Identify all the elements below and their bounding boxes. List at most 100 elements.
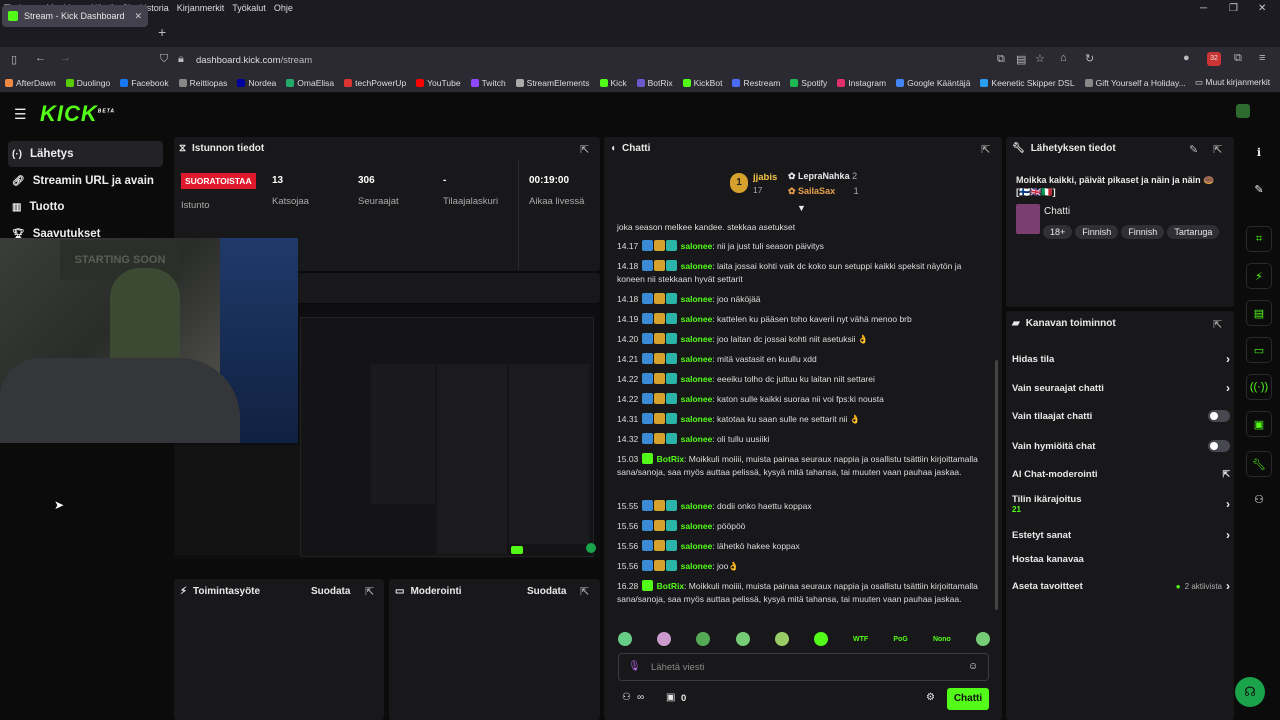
- tools-icon[interactable]: 🔧︎: [1246, 451, 1272, 477]
- new-tab-icon[interactable]: +: [158, 24, 166, 40]
- people-icon[interactable]: ⚇: [622, 692, 631, 703]
- chat-username[interactable]: salonee: [681, 414, 713, 424]
- bookmark-item[interactable]: Kick: [595, 78, 632, 88]
- top-gifter-3[interactable]: ✿ SailaSax 1: [788, 186, 859, 197]
- chat-username[interactable]: salonee: [681, 261, 713, 271]
- nav-item-revenue[interactable]: ▥ Tuotto: [8, 194, 163, 220]
- address-bar[interactable]: dashboard.kick.com/stream: [152, 50, 1082, 70]
- forward-icon[interactable]: →: [60, 52, 71, 64]
- extension-badge[interactable]: 32: [1207, 52, 1221, 66]
- document-icon[interactable]: ▤: [1246, 300, 1272, 326]
- bookmark-item[interactable]: Restream: [727, 78, 785, 88]
- bookmark-item[interactable]: Spotify: [785, 78, 832, 88]
- emote-icon[interactable]: [976, 632, 990, 646]
- chat-username[interactable]: BotRix: [657, 454, 684, 464]
- bookmark-item[interactable]: Twitch: [466, 78, 511, 88]
- lock-icon[interactable]: 🔒︎: [178, 53, 184, 66]
- chat-username[interactable]: BotRix: [657, 581, 684, 591]
- emote-icon[interactable]: [618, 632, 632, 646]
- channel-action-row[interactable]: Hidas tila ›: [1012, 352, 1230, 366]
- tag[interactable]: Finnish: [1121, 225, 1165, 239]
- lightning-icon[interactable]: ⚡︎: [1246, 263, 1272, 289]
- emote-icon[interactable]: [774, 632, 789, 646]
- kick-logo[interactable]: KICKBETA: [40, 101, 115, 127]
- top-gifter-2[interactable]: ✿ LepraNahka 2: [788, 171, 857, 182]
- hamburger-icon[interactable]: ☰: [14, 106, 27, 123]
- category-thumbnail[interactable]: [1016, 204, 1040, 234]
- pencil-icon[interactable]: ✎: [1246, 176, 1272, 202]
- bookmark-star-icon[interactable]: ☆: [1035, 52, 1045, 65]
- popout-icon[interactable]: ⇱: [1213, 143, 1222, 156]
- storage-icon[interactable]: ▣: [1246, 411, 1272, 437]
- menu-hamburger-icon[interactable]: ≡: [1259, 52, 1265, 64]
- screenshot-icon[interactable]: ⧉: [997, 53, 1005, 66]
- chat-username[interactable]: salonee: [681, 561, 713, 571]
- chat-username[interactable]: salonee: [681, 354, 713, 364]
- bookmark-item[interactable]: BotRix: [632, 78, 678, 88]
- message-icon[interactable]: ▭: [1246, 337, 1272, 363]
- bookmark-item[interactable]: Duolingo: [61, 78, 116, 88]
- menu-tools[interactable]: Työkalut: [228, 0, 270, 13]
- home-icon[interactable]: ⌂: [1060, 52, 1067, 64]
- chat-username[interactable]: salonee: [681, 434, 713, 444]
- popout-icon[interactable]: ⇱: [1213, 318, 1222, 331]
- toggle-switch[interactable]: [1208, 410, 1230, 422]
- chat-username[interactable]: salonee: [681, 541, 713, 551]
- category-name[interactable]: Chatti: [1044, 206, 1070, 217]
- info-icon[interactable]: ℹ: [1246, 139, 1272, 165]
- close-window-icon[interactable]: ✕: [1258, 3, 1266, 14]
- extensions-icon[interactable]: ⧉: [1234, 52, 1242, 65]
- clip-icon[interactable]: ⌗: [1246, 226, 1272, 252]
- popout-icon[interactable]: ⇱: [580, 585, 589, 598]
- emote-icon[interactable]: [813, 632, 828, 646]
- nav-item-broadcast[interactable]: (·) Lähetys: [8, 141, 163, 167]
- pinned-expand-icon[interactable]: ▼: [797, 203, 806, 213]
- support-headset-icon[interactable]: ☊: [1235, 677, 1265, 707]
- bookmark-item[interactable]: Instagram: [832, 78, 891, 88]
- nav-item-stream-url[interactable]: 🔗︎ Streamin URL ja avain: [8, 168, 163, 194]
- channel-action-row[interactable]: Aseta tavoitteet ● 2 aktiivista ›: [1012, 579, 1230, 593]
- menu-help[interactable]: Ohje: [270, 0, 297, 13]
- chat-settings-icon[interactable]: ⚙︎: [926, 692, 935, 703]
- edit-icon[interactable]: ✎: [1189, 143, 1198, 156]
- reload-icon[interactable]: ↻: [1085, 52, 1094, 65]
- tag[interactable]: 18+: [1043, 225, 1073, 239]
- top-gifter-1-name[interactable]: jjabis: [753, 172, 777, 183]
- emote-icon[interactable]: [696, 632, 711, 646]
- bookmark-item[interactable]: OmaElisa: [281, 78, 339, 88]
- channel-action-row[interactable]: Vain tilaajat chatti: [1012, 410, 1230, 422]
- emote-text[interactable]: Nono: [933, 632, 951, 648]
- channel-action-row[interactable]: Hostaa kanavaa: [1012, 554, 1230, 565]
- chat-username[interactable]: salonee: [681, 394, 713, 404]
- bookmark-item[interactable]: Gift Yourself a Holiday...: [1080, 78, 1191, 88]
- channel-action-row[interactable]: Estetyt sanat ›: [1012, 528, 1230, 542]
- site-info-icon[interactable]: ⛉: [160, 53, 168, 66]
- chat-username[interactable]: salonee: [681, 334, 713, 344]
- sidebar-toggle-icon[interactable]: ▯: [11, 53, 17, 66]
- bookmark-item[interactable]: YouTube: [411, 78, 465, 88]
- channel-action-row[interactable]: Vain hymiöitä chat: [1012, 440, 1230, 452]
- chat-scrollbar[interactable]: [995, 360, 998, 610]
- send-chat-button[interactable]: Chatti: [947, 688, 989, 710]
- popout-icon[interactable]: ⇱: [981, 143, 990, 156]
- popout-icon[interactable]: ⇱: [365, 585, 374, 598]
- account-icon[interactable]: ●: [1183, 52, 1190, 64]
- bookmark-item[interactable]: StreamElements: [511, 78, 595, 88]
- bookmark-item[interactable]: AfterDawn: [0, 78, 61, 88]
- emote-text[interactable]: WTF: [853, 632, 868, 648]
- bookmark-item[interactable]: Facebook: [115, 78, 173, 88]
- bookmark-item[interactable]: Nordea: [232, 78, 281, 88]
- chat-username[interactable]: salonee: [681, 374, 713, 384]
- emote-icon[interactable]: [657, 632, 672, 646]
- moderation-filter-button[interactable]: Suodata: [527, 586, 566, 597]
- menu-bookmarks[interactable]: Kirjanmerkit: [173, 0, 229, 13]
- browser-tab[interactable]: Stream - Kick Dashboard ✕: [2, 5, 148, 27]
- toggle-switch[interactable]: [1208, 440, 1230, 452]
- tag[interactable]: Finnish: [1075, 225, 1119, 239]
- activity-filter-button[interactable]: Suodata: [311, 586, 350, 597]
- chat-username[interactable]: salonee: [681, 501, 713, 511]
- external-link-icon[interactable]: ⇱: [1222, 469, 1230, 480]
- emote-text[interactable]: PoG: [893, 632, 907, 648]
- microphone-icon[interactable]: 🎙︎: [628, 661, 641, 672]
- nodes-icon[interactable]: ⚇: [1246, 486, 1272, 512]
